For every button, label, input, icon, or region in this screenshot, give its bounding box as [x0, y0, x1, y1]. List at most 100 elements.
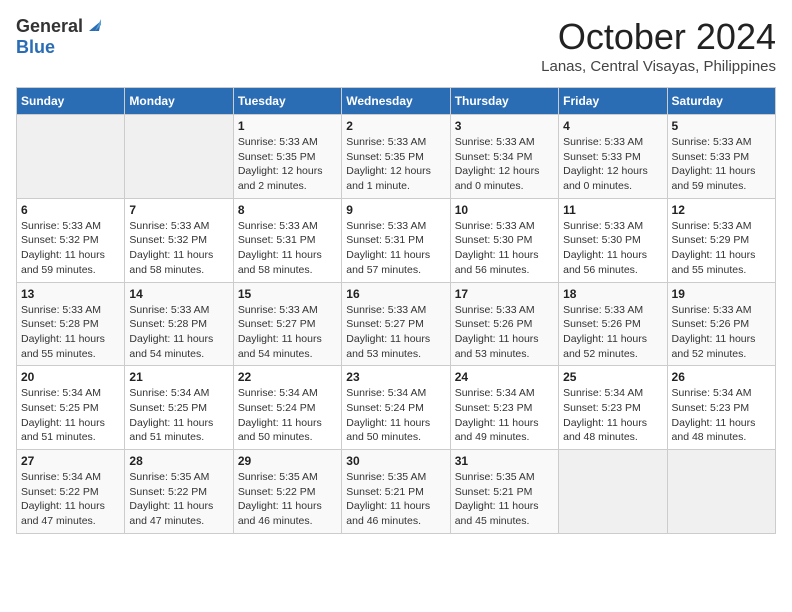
day-number: 24	[455, 370, 554, 384]
sunset-time: Sunset: 5:23 PM	[672, 402, 750, 414]
day-number: 9	[346, 203, 445, 217]
day-info: Sunrise: 5:33 AMSunset: 5:28 PMDaylight:…	[21, 303, 120, 362]
table-row: 17Sunrise: 5:33 AMSunset: 5:26 PMDayligh…	[450, 282, 558, 366]
day-info: Sunrise: 5:33 AMSunset: 5:33 PMDaylight:…	[563, 135, 662, 194]
day-number: 14	[129, 287, 228, 301]
daylight-hours: Daylight: 11 hours and 48 minutes.	[563, 417, 647, 444]
daylight-hours: Daylight: 11 hours and 54 minutes.	[238, 333, 322, 360]
day-info: Sunrise: 5:33 AMSunset: 5:31 PMDaylight:…	[238, 219, 337, 278]
sunset-time: Sunset: 5:22 PM	[238, 486, 316, 498]
table-row: 3 Sunrise: 5:33 AM Sunset: 5:34 PM Daylight…	[450, 115, 558, 199]
sunrise-time: Sunrise: 5:33 AM	[563, 136, 643, 148]
day-info: Sunrise: 5:33 AMSunset: 5:29 PMDaylight:…	[672, 219, 771, 278]
sunrise-time: Sunrise: 5:33 AM	[455, 136, 535, 148]
day-info: Sunrise: 5:33 AMSunset: 5:32 PMDaylight:…	[21, 219, 120, 278]
logo-blue-text: Blue	[16, 37, 55, 58]
table-row: 5Sunrise: 5:33 AMSunset: 5:33 PMDaylight…	[667, 115, 775, 199]
month-title: October 2024	[541, 16, 776, 58]
day-info: Sunrise: 5:33 AMSunset: 5:26 PMDaylight:…	[563, 303, 662, 362]
sunrise-time: Sunrise: 5:34 AM	[21, 387, 101, 399]
calendar-week-row: 27Sunrise: 5:34 AMSunset: 5:22 PMDayligh…	[17, 450, 776, 534]
day-number: 29	[238, 454, 337, 468]
sunrise-time: Sunrise: 5:35 AM	[129, 471, 209, 483]
calendar-week-row: 13Sunrise: 5:33 AMSunset: 5:28 PMDayligh…	[17, 282, 776, 366]
table-row: 21Sunrise: 5:34 AMSunset: 5:25 PMDayligh…	[125, 366, 233, 450]
day-info: Sunrise: 5:34 AMSunset: 5:24 PMDaylight:…	[346, 386, 445, 445]
sunrise-time: Sunrise: 5:33 AM	[672, 220, 752, 232]
sunset-time: Sunset: 5:26 PM	[672, 318, 750, 330]
day-info: Sunrise: 5:34 AMSunset: 5:25 PMDaylight:…	[129, 386, 228, 445]
sunrise-time: Sunrise: 5:33 AM	[346, 304, 426, 316]
day-number: 15	[238, 287, 337, 301]
sunrise-time: Sunrise: 5:34 AM	[21, 471, 101, 483]
col-sunday: Sunday	[17, 88, 125, 115]
table-row: 6Sunrise: 5:33 AMSunset: 5:32 PMDaylight…	[17, 198, 125, 282]
sunrise-time: Sunrise: 5:35 AM	[346, 471, 426, 483]
day-number: 20	[21, 370, 120, 384]
sunrise-time: Sunrise: 5:33 AM	[129, 220, 209, 232]
table-row: 12Sunrise: 5:33 AMSunset: 5:29 PMDayligh…	[667, 198, 775, 282]
sunset-time: Sunset: 5:28 PM	[129, 318, 207, 330]
day-info: Sunrise: 5:33 AMSunset: 5:32 PMDaylight:…	[129, 219, 228, 278]
sunrise-time: Sunrise: 5:33 AM	[672, 136, 752, 148]
location-title: Lanas, Central Visayas, Philippines	[541, 58, 776, 75]
table-row: 28Sunrise: 5:35 AMSunset: 5:22 PMDayligh…	[125, 450, 233, 534]
sunset-time: Sunset: 5:30 PM	[563, 234, 641, 246]
sunrise-time: Sunrise: 5:33 AM	[455, 304, 535, 316]
sunrise-time: Sunrise: 5:33 AM	[563, 304, 643, 316]
table-row	[17, 115, 125, 199]
sunrise-time: Sunrise: 5:33 AM	[238, 220, 318, 232]
table-row: 14 Sunrise: 5:33 AMSunset: 5:28 PMDayligh…	[125, 282, 233, 366]
day-info: Sunrise: 5:33 AMSunset: 5:28 PMDaylight:…	[129, 303, 228, 362]
day-info: Sunrise: 5:35 AMSunset: 5:21 PMDaylight:…	[455, 470, 554, 529]
day-number: 23	[346, 370, 445, 384]
day-info: Sunrise: 5:33 AMSunset: 5:35 PMDaylight:…	[238, 135, 337, 194]
sunset-time: Sunset: 5:35 PM	[346, 151, 424, 163]
day-number: 3	[455, 119, 554, 133]
table-row: 24Sunrise: 5:34 AMSunset: 5:23 PMDayligh…	[450, 366, 558, 450]
sunrise-time: Sunrise: 5:33 AM	[672, 304, 752, 316]
sunset-time: Sunset: 5:21 PM	[455, 486, 533, 498]
page-header: General Blue October 2024 Lanas, Central…	[16, 16, 776, 75]
table-row: 10Sunrise: 5:33 AMSunset: 5:30 PMDayligh…	[450, 198, 558, 282]
table-row: 18Sunrise: 5:33 AMSunset: 5:26 PMDayligh…	[559, 282, 667, 366]
day-number: 22	[238, 370, 337, 384]
col-wednesday: Wednesday	[342, 88, 450, 115]
day-info: Sunrise: 5:34 AMSunset: 5:24 PMDaylight:…	[238, 386, 337, 445]
table-row: 7 Sunrise: 5:33 AMSunset: 5:32 PMDaylight…	[125, 198, 233, 282]
sunset-time: Sunset: 5:30 PM	[455, 234, 533, 246]
daylight-hours: Daylight: 11 hours and 58 minutes.	[129, 249, 213, 276]
table-row: 22 Sunrise: 5:34 AMSunset: 5:24 PMDayligh…	[233, 366, 341, 450]
table-row: 16Sunrise: 5:33 AMSunset: 5:27 PMDayligh…	[342, 282, 450, 366]
day-number: 28	[129, 454, 228, 468]
daylight-hours: Daylight: 12 hours and 1 minute.	[346, 165, 431, 192]
sunset-time: Sunset: 5:34 PM	[455, 151, 533, 163]
day-info: Sunrise: 5:33 AMSunset: 5:27 PMDaylight:…	[238, 303, 337, 362]
sunrise-time: Sunrise: 5:33 AM	[21, 220, 101, 232]
calendar-week-row: 6Sunrise: 5:33 AMSunset: 5:32 PMDaylight…	[17, 198, 776, 282]
sunrise-time: Sunrise: 5:33 AM	[238, 136, 318, 148]
sunrise-time: Sunrise: 5:34 AM	[563, 387, 643, 399]
daylight-hours: Daylight: 11 hours and 52 minutes.	[563, 333, 647, 360]
day-number: 7	[129, 203, 228, 217]
day-info: Sunrise: 5:34 AMSunset: 5:23 PMDaylight:…	[563, 386, 662, 445]
daylight-hours: Daylight: 11 hours and 49 minutes.	[455, 417, 539, 444]
day-number: 11	[563, 203, 662, 217]
sunrise-time: Sunrise: 5:33 AM	[21, 304, 101, 316]
sunrise-time: Sunrise: 5:34 AM	[672, 387, 752, 399]
day-number: 17	[455, 287, 554, 301]
day-number: 30	[346, 454, 445, 468]
table-row: 1Sunrise: 5:33 AMSunset: 5:35 PMDaylight…	[233, 115, 341, 199]
daylight-hours: Daylight: 11 hours and 46 minutes.	[346, 500, 430, 527]
sunset-time: Sunset: 5:26 PM	[455, 318, 533, 330]
daylight-hours: Daylight: 12 hours and 2 minutes.	[238, 165, 323, 192]
daylight-hours: Daylight: 11 hours and 51 minutes.	[21, 417, 105, 444]
sunrise-time: Sunrise: 5:33 AM	[346, 220, 426, 232]
daylight-hours: Daylight: 12 hours and 0 minutes.	[455, 165, 540, 192]
title-area: October 2024 Lanas, Central Visayas, Phi…	[541, 16, 776, 75]
sunset-time: Sunset: 5:22 PM	[129, 486, 207, 498]
table-row	[125, 115, 233, 199]
daylight-hours: Daylight: 11 hours and 48 minutes.	[672, 417, 756, 444]
sunset-time: Sunset: 5:33 PM	[672, 151, 750, 163]
table-row: 4Sunrise: 5:33 AMSunset: 5:33 PMDaylight…	[559, 115, 667, 199]
